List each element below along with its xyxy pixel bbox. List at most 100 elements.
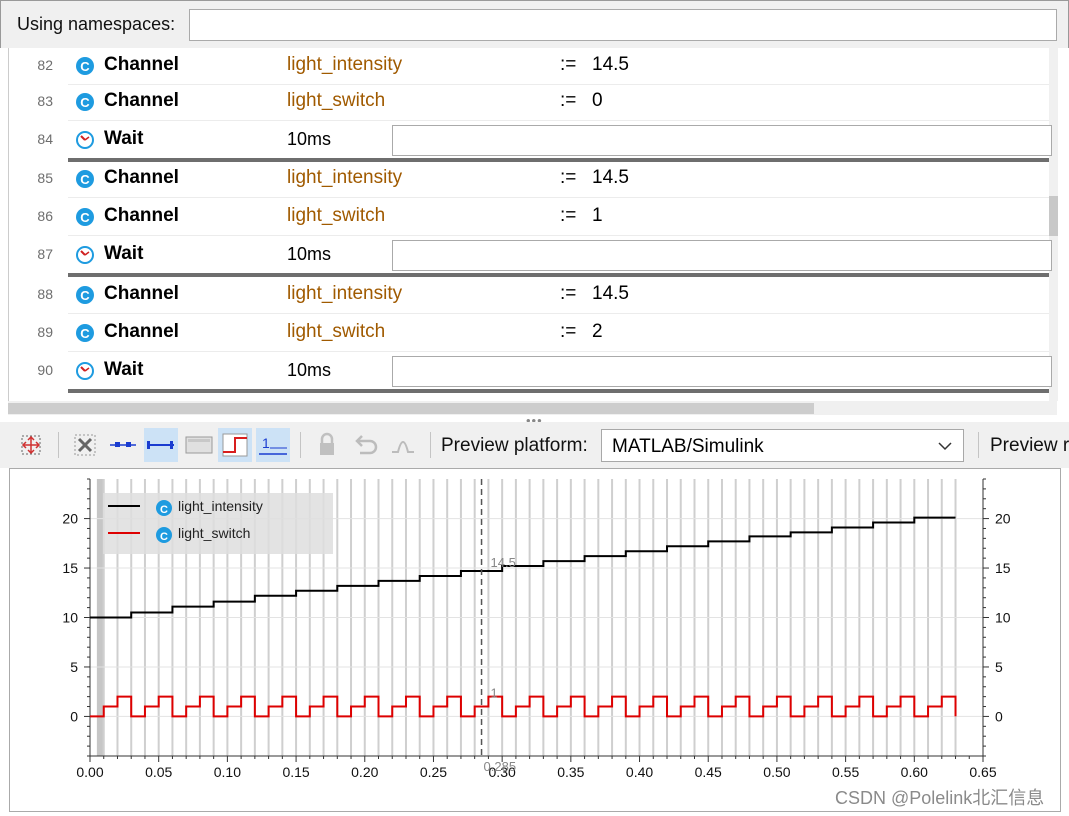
channel-value[interactable]: 14.5	[592, 283, 629, 305]
row-separator	[68, 351, 1049, 352]
preview-platform-value: MATLAB/Simulink	[612, 436, 764, 457]
cursor-value-intensity: 14.5	[491, 555, 516, 570]
step-row[interactable]: 86 C Channel light_switch:= 1	[9, 199, 1049, 236]
x-tick-label: 0.45	[695, 764, 722, 780]
y-tick-label-left: 15	[62, 560, 78, 576]
step-row[interactable]: 90 Wait 10ms	[9, 353, 1052, 390]
assign-operator: :=	[560, 167, 577, 188]
channel-icon: C	[76, 208, 94, 226]
x-tick-label: 0.00	[76, 764, 103, 780]
wait-comment-field[interactable]	[392, 356, 1052, 387]
row-separator	[68, 235, 1049, 236]
x-tick-label: 0.35	[557, 764, 584, 780]
x-tick-label: 0.15	[282, 764, 309, 780]
step-type: Channel	[104, 283, 179, 304]
row-separator	[68, 120, 1049, 121]
wait-clock-icon	[76, 362, 94, 380]
y-tick-label-left: 0	[70, 708, 78, 724]
x-tick-label: 0.05	[145, 764, 172, 780]
wait-clock-icon	[76, 246, 94, 264]
step-row[interactable]: 82 C Channel light_intensity:= 14.5	[9, 48, 1049, 85]
namespaces-label: Using namespaces:	[17, 14, 176, 34]
svg-text:C: C	[80, 326, 90, 341]
wait-duration[interactable]: 10ms	[287, 360, 331, 381]
step-row[interactable]: 87 Wait 10ms	[9, 237, 1052, 274]
channel-name[interactable]: light_intensity	[287, 54, 402, 76]
x-tick-label: 0.20	[351, 764, 378, 780]
wait-duration[interactable]: 10ms	[287, 244, 331, 265]
wait-comment-field[interactable]	[392, 125, 1052, 156]
channel-value[interactable]: 0	[592, 90, 603, 112]
background-icon[interactable]	[182, 428, 216, 462]
x-tick-label: 0.55	[832, 764, 859, 780]
y-tick-label-left: 10	[62, 610, 78, 626]
channel-value[interactable]: 14.5	[592, 54, 629, 76]
watermark: CSDN @Polelink北汇信息	[835, 788, 1045, 808]
preview-options-label[interactable]: Preview r	[990, 435, 1069, 457]
svg-text:C: C	[80, 172, 90, 187]
wait-comment-field[interactable]	[392, 240, 1052, 271]
chevron-down-icon	[938, 442, 952, 451]
channel-name[interactable]: light_switch	[287, 205, 385, 227]
preview-platform-select[interactable]: MATLAB/Simulink	[601, 429, 964, 462]
step-row-number: 83	[37, 93, 53, 109]
cursor-x-label: 0.285	[484, 759, 517, 774]
assign-operator: :=	[560, 90, 577, 111]
assign-operator: :=	[560, 54, 577, 75]
channel-value[interactable]: 2	[592, 321, 603, 343]
legend-label: light_intensity	[178, 498, 263, 514]
channel-name[interactable]: light_switch	[287, 90, 385, 112]
step-row-number: 90	[37, 362, 53, 378]
channel-name[interactable]: light_intensity	[287, 167, 402, 189]
y-tick-label-right: 10	[995, 610, 1011, 626]
x-tick-label: 0.50	[763, 764, 790, 780]
step-row-number: 87	[37, 246, 53, 262]
vertical-scrollbar-thumb[interactable]	[1049, 196, 1058, 236]
step-row[interactable]: 88 C Channel light_intensity:= 14.5	[9, 277, 1049, 314]
x-tick-label: 0.40	[626, 764, 653, 780]
fit-view-icon[interactable]	[14, 428, 48, 462]
channel-icon: C	[76, 57, 94, 75]
assign-operator: :=	[560, 321, 577, 342]
lock-icon[interactable]	[310, 428, 344, 462]
channel-name[interactable]: light_switch	[287, 321, 385, 343]
chart-svg[interactable]: 0 0 5 5 10 10 15 15 20 20 0.00 0.05 0.10 0.15 0.20 0.25…	[10, 469, 1060, 811]
step-row[interactable]: 89 C Channel light_switch:= 2	[9, 315, 1049, 352]
step-type: Wait	[104, 359, 144, 380]
channel-value[interactable]: 1	[592, 205, 603, 227]
step-row[interactable]: 84 Wait 10ms	[9, 122, 1052, 159]
step-type: Channel	[104, 90, 179, 111]
assign-operator: :=	[560, 283, 577, 304]
value-labels-icon[interactable]: 1	[256, 428, 290, 462]
channel-value[interactable]: 14.5	[592, 167, 629, 189]
step-row[interactable]: 83 C Channel light_switch := 0	[9, 84, 1049, 121]
step-row[interactable]: 85 C Channel light_intensity:= 14.5	[9, 161, 1049, 198]
channel-icon: C	[76, 93, 94, 111]
signal-preview-chart[interactable]: 0 0 5 5 10 10 15 15 20 20 0.00 0.05 0.10 0.15 0.20 0.25…	[9, 468, 1061, 812]
clear-icon[interactable]	[68, 428, 102, 462]
svg-text:C: C	[80, 95, 90, 110]
svg-text:C: C	[80, 210, 90, 225]
channel-icon-letter: C	[160, 504, 168, 516]
step-row-number: 86	[37, 208, 53, 224]
svg-text:C: C	[80, 59, 90, 74]
step-display-icon[interactable]	[218, 428, 252, 462]
channel-name[interactable]: light_intensity	[287, 283, 402, 305]
x-tick-label: 0.25	[420, 764, 447, 780]
y-tick-label-left: 5	[70, 659, 78, 675]
horizontal-scrollbar-thumb[interactable]	[8, 403, 814, 414]
sample-points-icon[interactable]	[106, 428, 140, 462]
undo-icon[interactable]	[348, 428, 382, 462]
peak-icon[interactable]	[386, 428, 420, 462]
namespaces-bar: Using namespaces:	[0, 0, 1069, 48]
step-row-number: 84	[37, 131, 53, 147]
assign-operator: :=	[560, 205, 577, 226]
namespaces-input[interactable]	[189, 9, 1057, 41]
legend-label: light_switch	[178, 525, 250, 541]
step-type: Wait	[104, 243, 144, 264]
svg-text:C: C	[80, 288, 90, 303]
step-row-number: 85	[37, 170, 53, 186]
connect-points-icon[interactable]	[144, 428, 178, 462]
wait-duration[interactable]: 10ms	[287, 129, 331, 150]
row-separator	[68, 313, 1049, 314]
